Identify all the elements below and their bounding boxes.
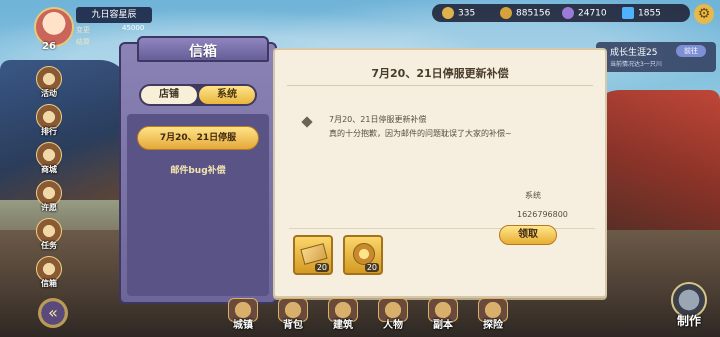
nav-label: 探险 bbox=[483, 320, 503, 331]
mail-body-line: 7月20、21日停服更新补偿 bbox=[329, 115, 427, 124]
purple-orb-icon bbox=[562, 7, 574, 19]
sidebar-item-wish[interactable]: 许愿 bbox=[32, 180, 66, 214]
growth-title: 成长生涯25 bbox=[610, 48, 658, 58]
sidebar-label: 许愿 bbox=[41, 203, 57, 212]
sidebar-label: 任务 bbox=[41, 241, 57, 250]
ticket-icon bbox=[300, 243, 328, 265]
diamond-icon bbox=[622, 7, 634, 19]
mail-window: 店铺 系统 7月20、21日停服 邮件bug补偿 信箱 7月20、21日停服更新… bbox=[119, 34, 609, 304]
craft-label: 制作 bbox=[676, 314, 701, 328]
resource-gold[interactable]: 335 bbox=[442, 7, 475, 19]
nav-explore[interactable]: 探险 bbox=[470, 298, 516, 334]
bullet-icon bbox=[301, 116, 313, 128]
mail-tabs: 店铺 系统 bbox=[139, 84, 257, 106]
mail-item-selected[interactable]: 7月20、21日停服 bbox=[137, 126, 259, 150]
sidebar-item-tasks[interactable]: 任务 bbox=[32, 218, 66, 252]
mail-content-paper: 7月20、21日停服更新补偿 7月20、21日停服更新补偿 真的十分抱歉，因为邮… bbox=[273, 48, 607, 298]
tab-system[interactable]: 系统 bbox=[199, 86, 255, 104]
player-level: 26 bbox=[42, 41, 56, 52]
claim-button[interactable]: 领取 bbox=[499, 225, 557, 245]
building-right bbox=[590, 90, 720, 240]
mail-item[interactable]: 邮件bug补偿 bbox=[137, 162, 259, 180]
profile-gold: 45000 bbox=[122, 24, 145, 32]
nav-label: 城镇 bbox=[233, 320, 253, 331]
mail-body: 7月20、21日停服更新补偿 真的十分抱歉，因为邮件的问题耽误了大家的补偿~ 系… bbox=[295, 104, 577, 219]
sidebar-item-ranking[interactable]: 排行 bbox=[32, 104, 66, 138]
growth-banner[interactable]: 成长生涯25 前往 当前情况达3一只川 bbox=[596, 42, 716, 72]
nav-label: 背包 bbox=[283, 320, 303, 331]
mail-timestamp: 1626796800 bbox=[517, 210, 568, 219]
attachment-qty: 20 bbox=[364, 263, 379, 272]
resource-coins[interactable]: 885156 bbox=[500, 7, 550, 19]
mail-list-panel: 店铺 系统 7月20、21日停服 邮件bug补偿 bbox=[119, 42, 277, 304]
resource-value: 335 bbox=[458, 8, 476, 19]
sidebar-item-activity[interactable]: 活动 bbox=[32, 66, 66, 100]
nav-label: 建筑 bbox=[333, 320, 353, 331]
sidebar-label: 信箱 bbox=[41, 279, 57, 288]
badge-icon bbox=[353, 243, 375, 265]
resource-diamonds[interactable]: 1855 bbox=[622, 7, 661, 19]
attachment-slot[interactable]: 20 bbox=[293, 235, 333, 275]
mail-title: 信箱 bbox=[189, 44, 217, 60]
nav-bag[interactable]: 背包 bbox=[270, 298, 316, 334]
sidebar-item-shop[interactable]: 商城 bbox=[32, 142, 66, 176]
nav-dungeon[interactable]: 副本 bbox=[420, 298, 466, 334]
gear-icon[interactable]: ⚙ bbox=[694, 4, 714, 24]
resource-bar: 335 885156 24710 1855 bbox=[432, 4, 690, 22]
sidebar-item-mailbox[interactable]: 信箱 bbox=[32, 256, 66, 290]
craft-button[interactable]: 制作 bbox=[664, 282, 714, 332]
nav-character[interactable]: 人物 bbox=[370, 298, 416, 334]
mail-subject-header: 7月20、21日停服更新补偿 bbox=[287, 56, 593, 86]
tab-shop[interactable]: 店铺 bbox=[141, 86, 197, 104]
profile-row-1: 变更 bbox=[76, 26, 90, 34]
resource-value: 1855 bbox=[638, 8, 661, 19]
resource-orbs[interactable]: 24710 bbox=[562, 7, 607, 19]
sidebar-label: 活动 bbox=[41, 89, 57, 98]
nav-town[interactable]: 城镇 bbox=[220, 298, 266, 334]
mail-title-bar: 信箱 bbox=[137, 36, 269, 62]
resource-value: 24710 bbox=[578, 8, 607, 19]
nav-build[interactable]: 建筑 bbox=[320, 298, 366, 334]
nav-label: 人物 bbox=[383, 320, 403, 331]
nav-label: 副本 bbox=[433, 320, 453, 331]
mail-sender: 系统 bbox=[525, 191, 541, 200]
bottom-nav: 城镇 背包 建筑 人物 副本 探险 bbox=[220, 298, 550, 334]
attachment-slot[interactable]: 20 bbox=[343, 235, 383, 275]
player-name: 九日容星辰 bbox=[76, 7, 152, 23]
profile-row-2: 结算 bbox=[76, 38, 90, 46]
back-button[interactable]: « bbox=[38, 298, 68, 328]
coin-stack-icon bbox=[500, 7, 512, 19]
resource-value: 885156 bbox=[516, 8, 551, 19]
growth-go-button[interactable]: 前往 bbox=[676, 45, 706, 57]
left-sidebar: 活动 排行 商城 许愿 任务 信箱 bbox=[32, 66, 66, 294]
mail-subject: 7月20、21日停服更新补偿 bbox=[371, 67, 509, 80]
sidebar-label: 排行 bbox=[41, 127, 57, 136]
growth-subtitle: 当前情况达3一只川 bbox=[610, 61, 662, 68]
mail-body-line: 真的十分抱歉，因为邮件的问题耽误了大家的补偿~ bbox=[329, 129, 512, 138]
gold-coin-icon bbox=[442, 7, 454, 19]
sidebar-label: 商城 bbox=[41, 165, 57, 174]
attachment-qty: 20 bbox=[314, 263, 329, 272]
